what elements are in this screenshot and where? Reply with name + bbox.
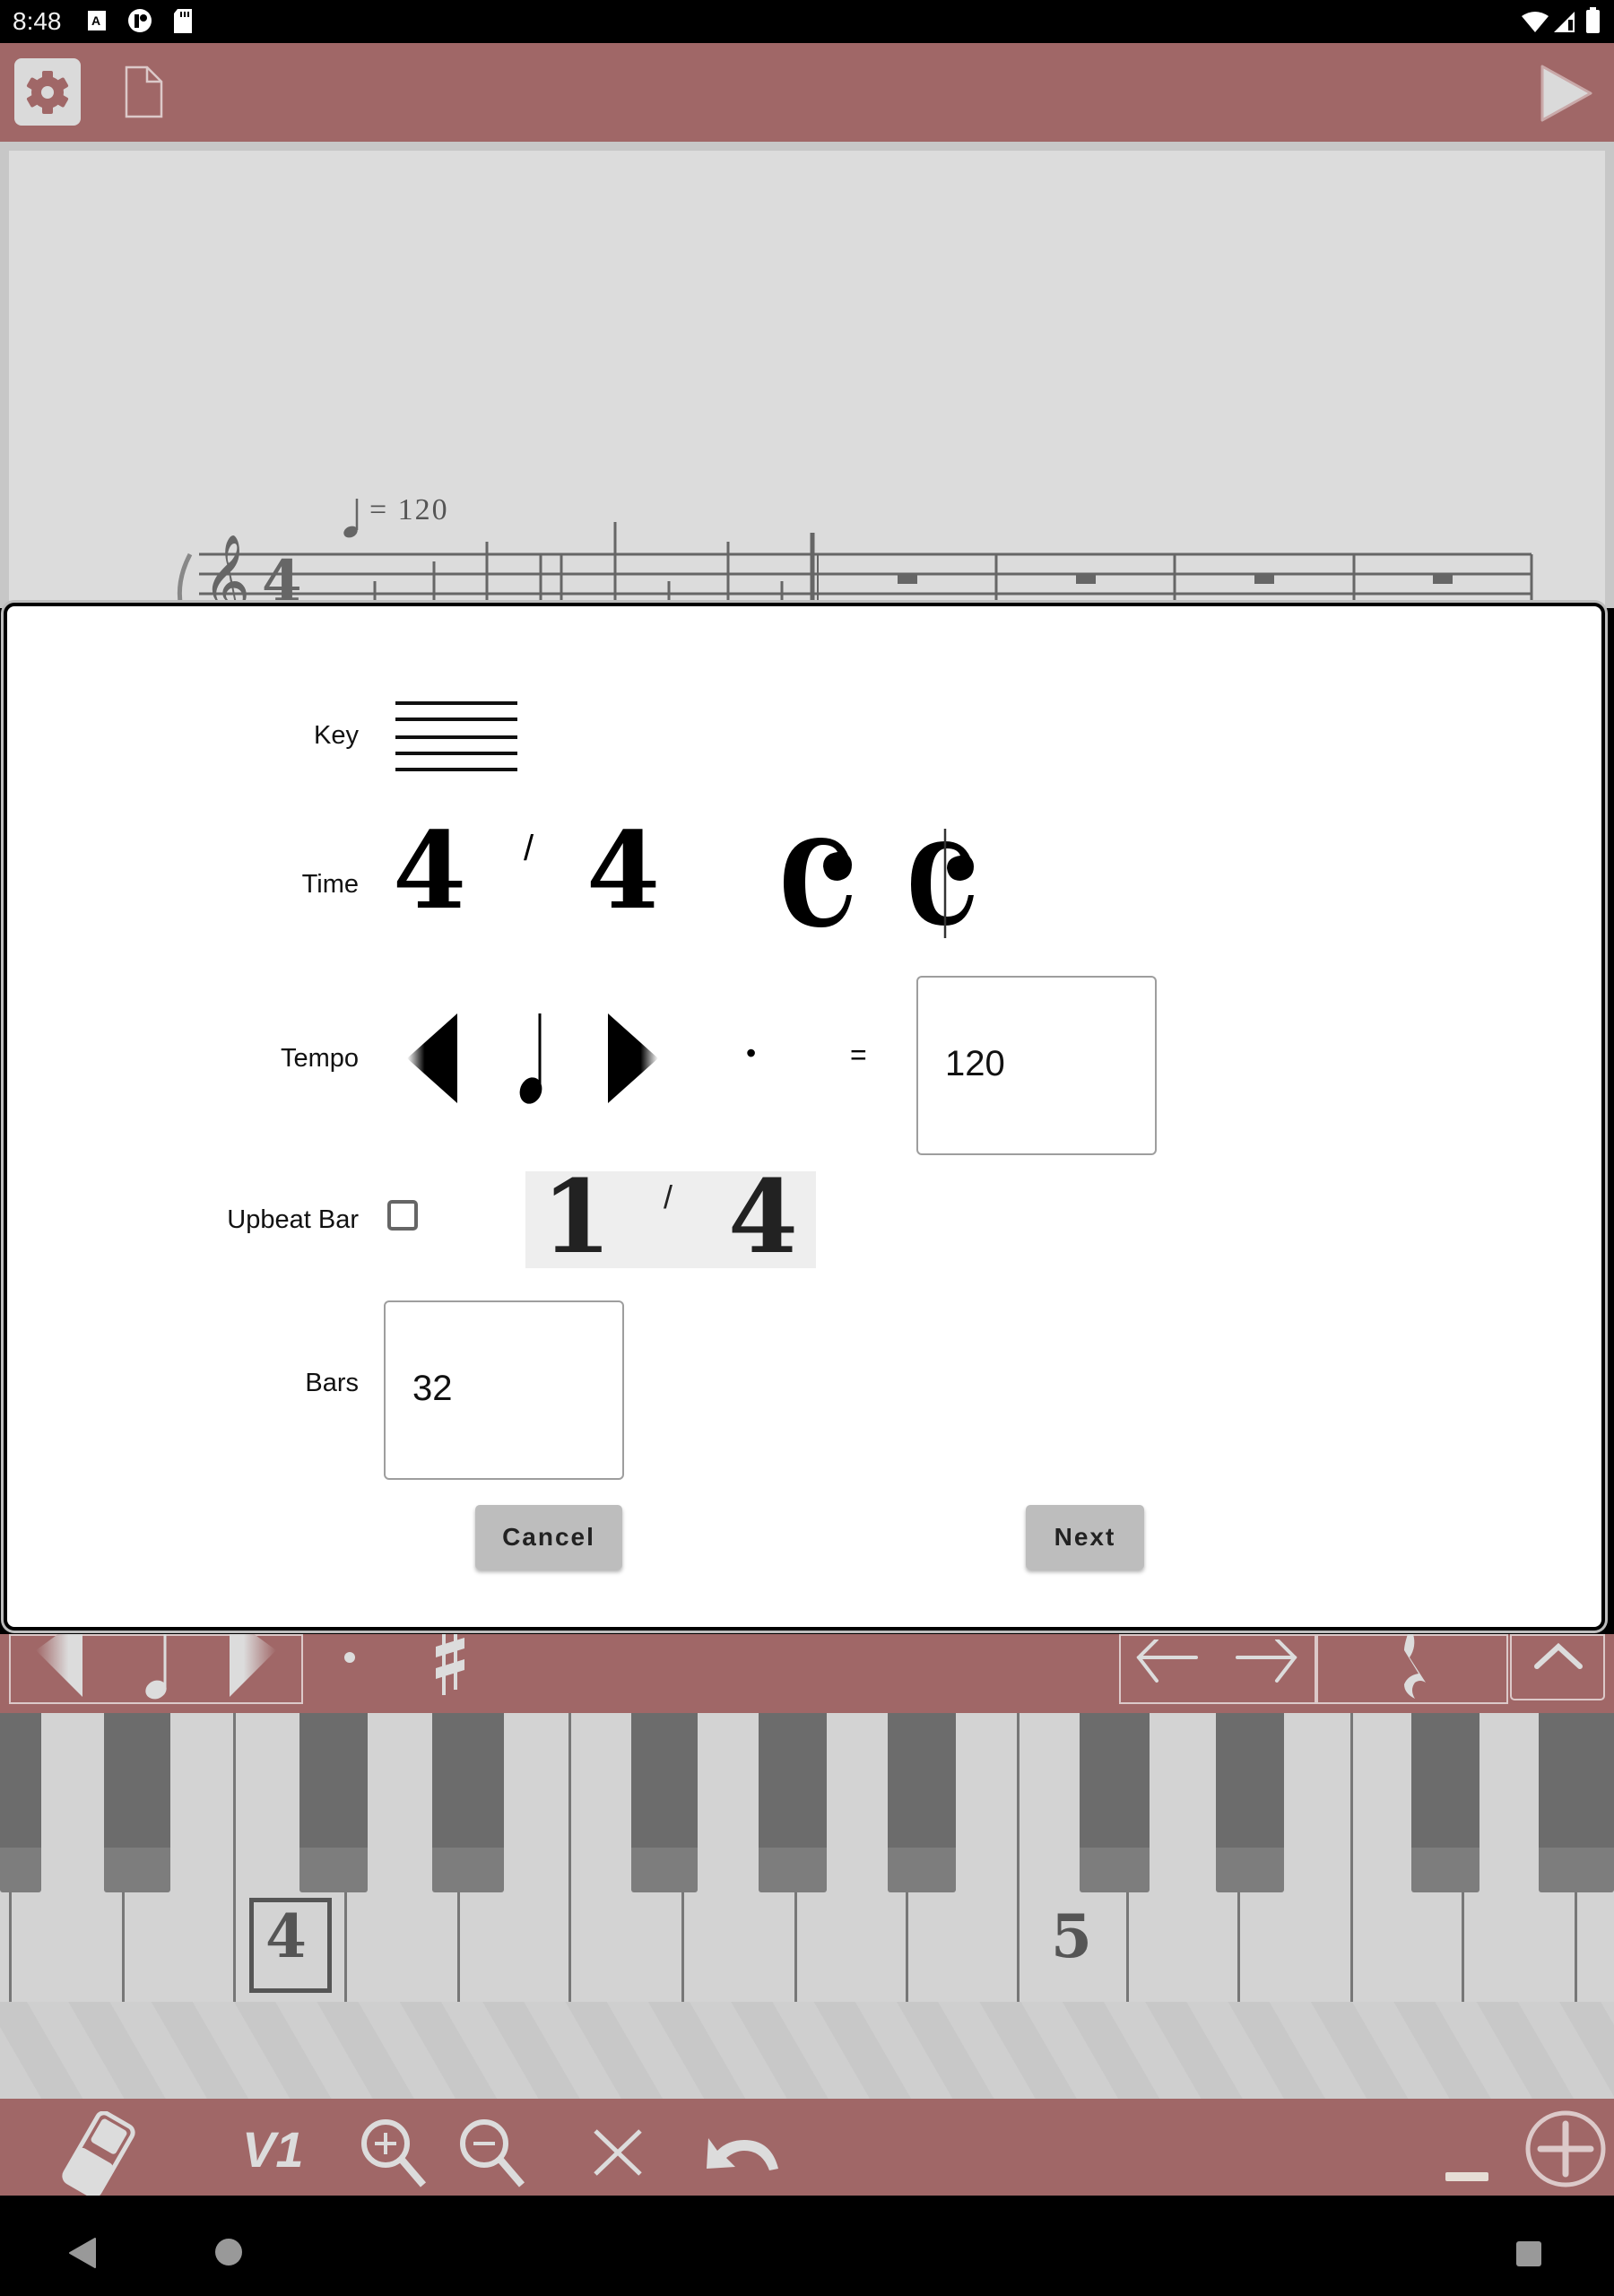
whole-rest-icon (1433, 574, 1453, 584)
tempo-marking: = 120 (369, 493, 449, 526)
black-key[interactable] (1539, 1713, 1614, 1892)
cursor-right-button[interactable] (1230, 1639, 1302, 1684)
whole-rest-icon (1076, 574, 1096, 584)
keyboard-a-icon: A (88, 11, 106, 30)
black-key[interactable] (299, 1713, 368, 1892)
brace-icon (177, 552, 193, 608)
recents-icon[interactable] (1515, 2240, 1542, 2269)
sd-card-icon (174, 9, 192, 33)
expand-toolbar-button[interactable] (1510, 1634, 1605, 1700)
black-key[interactable] (631, 1713, 698, 1892)
tempo-quarter-note-icon (519, 1013, 542, 1104)
zoom-out-icon[interactable] (456, 2115, 527, 2190)
quarter-rest-icon (1404, 1634, 1426, 1699)
upbeat-numerator[interactable]: 1 (542, 1168, 612, 1268)
time-numerator[interactable]: 4 (393, 818, 466, 924)
status-time: 8:48 (13, 7, 62, 35)
note-toolbar (0, 1634, 1614, 1713)
black-key[interactable] (1216, 1713, 1284, 1892)
upbeat-bar-checkbox[interactable] (387, 1200, 418, 1231)
top-toolbar (0, 43, 1614, 142)
minus-icon[interactable] (1444, 2170, 1490, 2185)
time-label: Time (301, 870, 359, 899)
back-icon[interactable] (68, 2237, 99, 2271)
white-key[interactable] (233, 1713, 236, 2002)
undo-icon[interactable] (703, 2131, 785, 2176)
time-denominator[interactable]: 4 (586, 818, 660, 924)
cancel-button[interactable]: Cancel (475, 1505, 622, 1570)
upbeat-separator: / (664, 1178, 673, 1215)
black-key[interactable] (104, 1713, 170, 1892)
quarter-note-icon[interactable] (138, 1634, 174, 1702)
cell-signal-icon (1554, 12, 1575, 32)
white-key[interactable] (568, 1713, 571, 2002)
key-signature-selector[interactable] (394, 700, 519, 775)
bottom-toolbar: V1 (0, 2099, 1614, 2197)
play-button[interactable] (1535, 61, 1598, 126)
piano-keyboard[interactable]: 4 5 (0, 1713, 1614, 2009)
home-icon[interactable] (213, 2237, 244, 2267)
delete-icon[interactable] (592, 2127, 646, 2178)
white-key[interactable] (1017, 1713, 1020, 2002)
cursor-left-button[interactable] (1132, 1639, 1203, 1684)
white-key[interactable] (1350, 1713, 1353, 2002)
new-document-button[interactable] (124, 65, 165, 120)
navigation-bar (0, 2196, 1614, 2296)
battery-icon (1586, 7, 1600, 33)
wifi-icon (1522, 12, 1549, 32)
sharp-icon[interactable] (432, 1634, 468, 1699)
whole-rest-icon (1254, 574, 1274, 584)
bars-value: 32 (412, 1369, 453, 1408)
dot-icon[interactable] (341, 1648, 359, 1666)
score-view[interactable]: 𝄞 4 = 120 (0, 142, 1614, 608)
whole-rest-icon (898, 574, 917, 584)
app-notification-icon (128, 9, 152, 32)
svg-text:A: A (91, 13, 100, 28)
tempo-value: 120 (945, 1044, 1005, 1083)
status-bar: 8:48 A (0, 0, 1614, 43)
tempo-prev-note-button[interactable] (402, 1012, 466, 1105)
upbeat-denominator[interactable]: 4 (728, 1168, 798, 1268)
tempo-next-note-button[interactable] (599, 1012, 664, 1105)
common-time-button[interactable] (778, 831, 868, 935)
black-key[interactable] (1411, 1713, 1480, 1892)
time-separator: / (524, 829, 534, 868)
tempo-label: Tempo (280, 1044, 359, 1073)
bars-input[interactable]: 32 (384, 1300, 624, 1480)
black-key[interactable] (1080, 1713, 1150, 1892)
key-label: Key (314, 721, 359, 750)
keyboard-scroll-area[interactable] (0, 2002, 1614, 2099)
tempo-note-icon (343, 499, 359, 538)
next-button[interactable]: Next (1026, 1505, 1144, 1570)
chevron-up-icon (1534, 1642, 1583, 1669)
settings-button[interactable] (14, 58, 81, 126)
octave-label: 5 (1051, 1901, 1092, 1971)
upbeat-bar-label: Upbeat Bar (227, 1205, 359, 1234)
cut-time-button[interactable] (904, 829, 994, 945)
zoom-in-icon[interactable] (357, 2115, 429, 2190)
next-note-value-button[interactable] (221, 1634, 280, 1699)
black-key[interactable] (759, 1713, 827, 1892)
treble-clef-icon: 𝄞 (203, 534, 250, 608)
bars-label: Bars (305, 1369, 359, 1397)
voice-selector[interactable]: V1 (242, 2120, 304, 2179)
prev-note-value-button[interactable] (32, 1634, 91, 1699)
octave-label: 4 (265, 1901, 307, 1971)
eraser-icon[interactable] (52, 2111, 145, 2197)
add-circle-icon[interactable] (1524, 2108, 1607, 2190)
time-signature-glyph: 4 (262, 548, 302, 608)
black-key[interactable] (432, 1713, 504, 1892)
black-key[interactable] (0, 1713, 41, 1892)
new-score-dialog: Key Time 4 / 4 Tempo • = 120 Upbeat Bar (4, 603, 1605, 1631)
settings-icon (26, 70, 69, 114)
black-key[interactable] (888, 1713, 956, 1892)
tempo-input[interactable]: 120 (916, 976, 1157, 1155)
staff: 𝄞 4 (177, 499, 1533, 608)
upbeat-fraction-selector[interactable]: 1 / 4 (525, 1168, 816, 1268)
tempo-equals: = (850, 1039, 867, 1071)
tempo-dot-toggle[interactable]: • (746, 1037, 756, 1070)
